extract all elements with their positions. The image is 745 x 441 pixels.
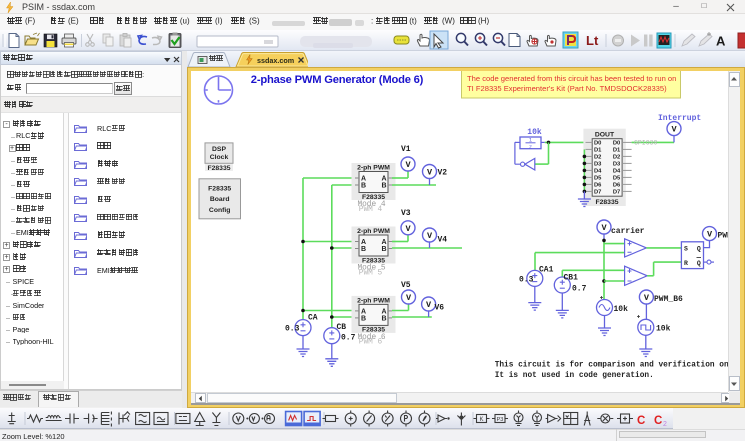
svg-text:2-ph PWM: 2-ph PWM [357, 228, 390, 235]
svg-text:Q: Q [697, 260, 701, 267]
svg-text:V: V [671, 125, 677, 135]
svg-text:V: V [601, 223, 607, 233]
svg-text:V5: V5 [401, 281, 411, 290]
svg-text:CB: CB [337, 323, 347, 332]
svg-text:D4: D4 [613, 169, 621, 175]
svg-text:B: B [361, 182, 366, 189]
svg-text:Board: Board [210, 196, 230, 203]
svg-text:D5: D5 [613, 176, 621, 182]
svg-text:carrier: carrier [611, 227, 645, 236]
svg-text:PWM 4: PWM 4 [359, 206, 383, 214]
svg-text:Q: Q [697, 246, 701, 253]
svg-text:D2: D2 [613, 155, 620, 161]
svg-text:D1: D1 [613, 148, 621, 154]
svg-text:PWM 6: PWM 6 [359, 339, 383, 347]
svg-text:D3: D3 [613, 162, 621, 168]
svg-text:CB1: CB1 [564, 274, 579, 283]
svg-text:V: V [707, 230, 713, 240]
svg-text:F28335: F28335 [362, 257, 385, 264]
svg-text:2-ph PWM: 2-ph PWM [357, 297, 390, 304]
svg-text:0.7: 0.7 [341, 334, 356, 343]
svg-text:2: 2 [663, 421, 667, 428]
svg-text:F28335: F28335 [207, 165, 230, 172]
svg-text:D4: D4 [594, 169, 602, 175]
svg-text:CA: CA [308, 314, 318, 323]
svg-text:V1: V1 [401, 145, 411, 154]
svg-text:PWM_B6: PWM_B6 [654, 295, 683, 304]
svg-text:DSP: DSP [212, 146, 226, 153]
svg-text:B: B [361, 315, 366, 322]
svg-text:10k: 10k [614, 305, 629, 314]
svg-text:K: K [479, 417, 483, 423]
svg-text:TI F28335 Experimenter's Kit (: TI F28335 Experimenter's Kit (Part No. T… [467, 84, 667, 93]
svg-text:V: V [427, 231, 433, 241]
svg-text:It is not used in code generat: It is not used in code generation. [495, 372, 654, 380]
svg-text:V2: V2 [438, 169, 448, 178]
svg-text:V: V [426, 300, 432, 310]
svg-text:V: V [406, 293, 412, 303]
svg-text:PWM: PWM [718, 232, 729, 241]
svg-text:R: R [684, 260, 688, 267]
svg-text:D6: D6 [613, 183, 621, 189]
svg-text:D6: D6 [594, 183, 602, 189]
svg-text:F28335: F28335 [362, 327, 385, 334]
svg-text:V: V [644, 293, 650, 303]
svg-text:Lt: Lt [586, 33, 599, 48]
svg-text:10k: 10k [656, 325, 671, 334]
svg-text:CA1: CA1 [539, 266, 554, 275]
svg-text:A: A [716, 34, 726, 49]
svg-text:F28335: F28335 [208, 186, 231, 193]
svg-text:D7: D7 [613, 190, 620, 196]
svg-text:GPIO30: GPIO30 [634, 140, 658, 147]
svg-text:PWM 5: PWM 5 [359, 269, 383, 277]
svg-text:D1: D1 [594, 148, 602, 154]
svg-text:Clock: Clock [210, 154, 229, 161]
svg-text:D0: D0 [613, 141, 620, 147]
svg-text:ssdax.com: ssdax.com [257, 56, 294, 65]
svg-text:The code generated from this c: The code generated from this circuit has… [467, 74, 676, 83]
svg-text:V: V [405, 160, 411, 170]
svg-text:2-phase PWM Generator (Mode 6): 2-phase PWM Generator (Mode 6) [251, 74, 424, 86]
svg-text:B: B [381, 315, 386, 322]
svg-text:D2: D2 [594, 155, 601, 161]
svg-text:D7: D7 [594, 190, 601, 196]
svg-text:V: V [427, 168, 433, 178]
svg-text:B: B [381, 246, 386, 253]
svg-text:10k: 10k [527, 128, 542, 137]
svg-text:C: C [654, 415, 662, 427]
svg-text:P3: P3 [497, 417, 504, 423]
svg-text:D5: D5 [594, 176, 602, 182]
svg-text:V: V [405, 224, 411, 234]
svg-text:0.7: 0.7 [572, 285, 587, 294]
svg-text:0.3: 0.3 [285, 325, 300, 334]
svg-text:DOUT: DOUT [595, 131, 615, 138]
svg-text:F28335: F28335 [362, 194, 385, 201]
svg-text:Interrupt: Interrupt [658, 114, 701, 123]
svg-text:D0: D0 [594, 141, 601, 147]
svg-text:F28335: F28335 [595, 199, 618, 206]
svg-text:D3: D3 [594, 162, 602, 168]
svg-text:2-ph PWM: 2-ph PWM [357, 165, 390, 172]
svg-text:0.3: 0.3 [519, 276, 534, 285]
svg-text:V6: V6 [435, 304, 445, 313]
svg-text:Config: Config [209, 207, 231, 214]
svg-text:V3: V3 [401, 209, 411, 218]
svg-text:V4: V4 [438, 236, 448, 245]
svg-text:This circuit is for comparison: This circuit is for comparison and verif… [495, 362, 728, 370]
svg-text:C: C [637, 415, 645, 427]
svg-text:B: B [381, 182, 386, 189]
svg-text:z: z [529, 143, 532, 150]
svg-text:B: B [361, 246, 366, 253]
svg-text:S: S [684, 246, 688, 253]
